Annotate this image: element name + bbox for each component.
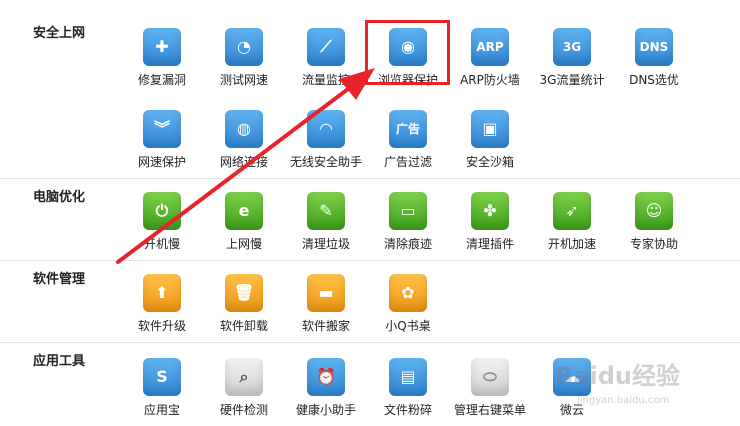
tool-clear-traces[interactable]: ▭ 清除痕迹	[366, 192, 450, 254]
truck-icon: ▬	[307, 274, 345, 312]
mouse-icon: ⬭	[471, 358, 509, 396]
highlight-box	[365, 20, 450, 85]
tool-label: 软件升级	[137, 319, 186, 333]
tool-traffic-monitor[interactable]: ⟋ 流量监控	[284, 28, 368, 90]
3g-icon: 3G	[553, 28, 591, 66]
tool-label: 3G流量统计	[539, 73, 605, 87]
section-title: 电脑优化	[33, 190, 86, 205]
tool-label: 应用宝	[143, 403, 180, 417]
tool-network-connection[interactable]: ◍ 网络连接	[202, 110, 286, 172]
dns-icon: DNS	[635, 28, 673, 66]
tool-label: 软件搬家	[301, 319, 350, 333]
double-chevron-shield-icon: ︾	[143, 110, 181, 148]
tool-label: 管理右键菜单	[453, 403, 526, 417]
clover-icon: ✿	[389, 274, 427, 312]
tool-label: DNS选优	[629, 73, 679, 87]
section-title: 应用工具	[33, 354, 86, 369]
tool-boot-speedup[interactable]: ➶ 开机加速	[530, 192, 614, 254]
tool-label: 硬件检测	[219, 403, 268, 417]
tool-label: 小Q书桌	[385, 319, 431, 333]
tool-label: 软件卸载	[219, 319, 268, 333]
alarm-clock-icon: ⏰	[307, 358, 345, 396]
tool-label: 安全沙箱	[465, 155, 514, 169]
tool-expert-help[interactable]: ☺ 专家协助	[612, 192, 696, 254]
tool-clean-plugins[interactable]: ✤ 清理插件	[448, 192, 532, 254]
section-title: 安全上网	[33, 26, 86, 41]
tool-label: 网络连接	[219, 155, 268, 169]
broom-icon: ✎	[307, 192, 345, 230]
tool-label: 上网慢	[225, 237, 262, 251]
section-software-manage: 软件管理 ⬆ 软件升级 🗑 软件卸载 ▬ 软件搬家 ✿ 小Q书桌	[0, 260, 740, 342]
watermark-subtext: jingyan.baidu.com	[577, 395, 670, 406]
tool-label: 清除痕迹	[383, 237, 432, 251]
tool-label: 无线安全助手	[289, 155, 362, 169]
tool-dns-optimize[interactable]: DNS DNS选优	[612, 28, 696, 90]
tool-software-uninstall[interactable]: 🗑 软件卸载	[202, 274, 286, 336]
watermark-logo: Baidu经验 jingyan.baidu.com	[555, 356, 715, 416]
rocket-icon: ➶	[553, 192, 591, 230]
puzzle-icon: ✤	[471, 192, 509, 230]
globe-icon: ◍	[225, 110, 263, 148]
magnifier-icon: ⌕	[225, 358, 263, 396]
app-store-icon: S	[143, 358, 181, 396]
tool-file-shredder[interactable]: ▤ 文件粉碎	[366, 358, 450, 420]
arp-firewall-icon: ARP	[471, 28, 509, 66]
tool-right-click-menu[interactable]: ⬭ 管理右键菜单	[448, 358, 532, 420]
eraser-icon: ▭	[389, 192, 427, 230]
tool-repair-vulnerability[interactable]: ✚ 修复漏洞	[120, 28, 204, 90]
tool-q-desktop[interactable]: ✿ 小Q书桌	[366, 274, 450, 336]
tool-label: ARP防火墙	[460, 73, 520, 87]
section-safe-internet: 安全上网 ✚ 修复漏洞 ◔ 测试网速 ⟋ 流量监控 ◉ 浏览器保护 ARP AR…	[0, 0, 740, 178]
tool-label: 测试网速	[219, 73, 268, 87]
tool-slow-internet[interactable]: e 上网慢	[202, 192, 286, 254]
tool-slow-boot[interactable]: ⏻ 开机慢	[120, 192, 204, 254]
tool-speed-protection[interactable]: ︾ 网速保护	[120, 110, 204, 172]
tool-arp-firewall[interactable]: ARP ARP防火墙	[448, 28, 532, 90]
wifi-icon: ◠	[307, 110, 345, 148]
tool-label: 网速保护	[137, 155, 186, 169]
tool-hardware-check[interactable]: ⌕ 硬件检测	[202, 358, 286, 420]
tool-3g-traffic[interactable]: 3G 3G流量统计	[530, 28, 614, 90]
tool-label: 流量监控	[301, 73, 350, 87]
tool-label: 修复漏洞	[137, 73, 186, 87]
tool-label: 清理垃圾	[301, 237, 350, 251]
line-chart-icon: ⟋	[307, 28, 345, 66]
watermark-text: Baidu经验	[555, 362, 680, 390]
expert-icon: ☺	[635, 192, 673, 230]
tool-speed-test[interactable]: ◔ 测试网速	[202, 28, 286, 90]
ad-block-icon: 广告	[389, 110, 427, 148]
tool-label: 健康小助手	[295, 403, 356, 417]
tool-software-upgrade[interactable]: ⬆ 软件升级	[120, 274, 204, 336]
tool-clean-junk[interactable]: ✎ 清理垃圾	[284, 192, 368, 254]
tool-label: 专家协助	[629, 237, 678, 251]
tool-wireless-security[interactable]: ◠ 无线安全助手	[284, 110, 368, 172]
speedometer-icon: ◔	[225, 28, 263, 66]
tool-app-store[interactable]: S 应用宝	[120, 358, 204, 420]
tool-ad-filter[interactable]: 广告 广告过滤	[366, 110, 450, 172]
sandbox-icon: ▣	[471, 110, 509, 148]
shredder-icon: ▤	[389, 358, 427, 396]
upgrade-arrow-icon: ⬆	[143, 274, 181, 312]
tool-software-move[interactable]: ▬ 软件搬家	[284, 274, 368, 336]
tool-health-assistant[interactable]: ⏰ 健康小助手	[284, 358, 368, 420]
section-title: 软件管理	[33, 272, 86, 287]
shield-repair-icon: ✚	[143, 28, 181, 66]
power-icon: ⏻	[143, 192, 181, 230]
trash-icon: 🗑	[225, 274, 263, 312]
tool-sandbox[interactable]: ▣ 安全沙箱	[448, 110, 532, 172]
tool-label: 文件粉碎	[383, 403, 432, 417]
tool-label: 清理插件	[465, 237, 514, 251]
section-pc-optimize: 电脑优化 ⏻ 开机慢 e 上网慢 ✎ 清理垃圾 ▭ 清除痕迹 ✤ 清理插件 ➶ …	[0, 178, 740, 260]
tool-label: 开机慢	[143, 237, 180, 251]
tool-label: 开机加速	[547, 237, 596, 251]
tool-label: 广告过滤	[383, 155, 432, 169]
ie-icon: e	[225, 192, 263, 230]
